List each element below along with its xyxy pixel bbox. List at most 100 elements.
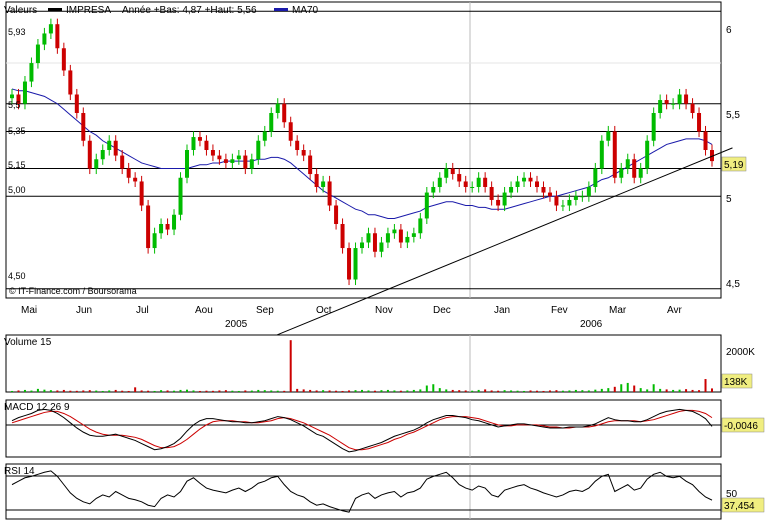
candle-body bbox=[230, 159, 235, 163]
volume-bar bbox=[523, 390, 526, 392]
price-left-tick: 5,00 bbox=[8, 185, 26, 195]
candle-body bbox=[379, 242, 384, 252]
price-left-tick: 5,15 bbox=[8, 160, 26, 170]
volume-bar bbox=[698, 390, 701, 392]
volume-bar bbox=[432, 384, 435, 392]
candle-body bbox=[437, 177, 442, 187]
volume-bar bbox=[348, 390, 351, 392]
candle-body bbox=[120, 155, 125, 169]
candle-body bbox=[347, 248, 352, 280]
candle-body bbox=[172, 214, 177, 230]
macd-title: MACD 12 26 9 bbox=[4, 402, 70, 413]
price-right-tick: 4,5 bbox=[726, 279, 740, 290]
volume-bar bbox=[678, 389, 681, 392]
volume-bar bbox=[438, 388, 441, 392]
volume-bar bbox=[75, 390, 78, 392]
candle-body bbox=[599, 140, 604, 169]
volume-bar bbox=[361, 389, 363, 392]
volume-bar bbox=[192, 390, 195, 392]
macd-panel: MACD 12 26 9 -0,0046 bbox=[4, 399, 765, 458]
price-panel: Valeurs IMPRESA Année +Bas: 4,87 +Haut: … bbox=[4, 1, 747, 349]
candle-body bbox=[100, 150, 105, 160]
volume-bar bbox=[276, 390, 279, 392]
volume-bar bbox=[121, 390, 124, 392]
volume-bar bbox=[685, 389, 688, 392]
volume-panel: Volume 15 2000K 138K bbox=[4, 334, 755, 393]
volume-bar bbox=[529, 390, 532, 392]
volume-bar bbox=[386, 389, 389, 392]
volume-bar bbox=[49, 390, 52, 392]
volume-bar bbox=[166, 390, 169, 392]
candle-body bbox=[528, 177, 533, 182]
candle-body bbox=[476, 177, 481, 187]
candle-body bbox=[68, 70, 73, 95]
candle-body bbox=[314, 174, 319, 187]
candle-body bbox=[483, 177, 488, 187]
candle-body bbox=[398, 229, 403, 243]
volume-bar bbox=[451, 389, 454, 392]
volume-bar bbox=[497, 390, 500, 392]
legend-range: Année +Bas: 4,87 +Haut: 5,56 bbox=[122, 5, 257, 16]
volume-bar bbox=[620, 384, 623, 392]
candle-body bbox=[372, 233, 377, 252]
volume-bar bbox=[69, 390, 72, 392]
candle-body bbox=[334, 205, 339, 224]
volume-bar bbox=[406, 390, 409, 392]
candle-body bbox=[185, 150, 189, 178]
volume-bar bbox=[633, 385, 636, 392]
volume-bar bbox=[503, 390, 506, 392]
volume-bar bbox=[250, 390, 253, 392]
volume-bar bbox=[613, 386, 616, 392]
candle-body bbox=[593, 168, 598, 187]
volume-bar bbox=[548, 390, 551, 392]
candle-body bbox=[340, 224, 345, 249]
volume-bar bbox=[335, 390, 338, 392]
candle-body bbox=[42, 33, 47, 45]
volume-bar bbox=[114, 389, 117, 392]
candle-body bbox=[554, 196, 559, 206]
volume-bar bbox=[237, 390, 240, 392]
volume-tick: 2000K bbox=[726, 347, 755, 358]
volume-last-label: 138K bbox=[724, 377, 748, 388]
candle-body bbox=[113, 140, 118, 156]
candle-body bbox=[366, 233, 371, 243]
candle-body bbox=[107, 140, 112, 150]
volume-bar bbox=[464, 390, 467, 392]
month-label: Dec bbox=[433, 305, 451, 316]
candle-body bbox=[146, 205, 151, 249]
volume-bar bbox=[594, 389, 597, 392]
candle-body bbox=[295, 140, 300, 150]
candle-body bbox=[651, 113, 656, 141]
candle-body bbox=[541, 187, 546, 193]
month-label: Jan bbox=[494, 305, 510, 316]
candle-body bbox=[385, 233, 390, 243]
candle-body bbox=[282, 103, 287, 123]
candle-body bbox=[567, 199, 572, 206]
volume-bar bbox=[218, 390, 221, 392]
source-label: © IT-Finance.com / Boursorama bbox=[9, 286, 137, 296]
candle-body bbox=[496, 199, 501, 206]
candle-body bbox=[658, 100, 663, 113]
volume-bar bbox=[477, 389, 480, 392]
candle-body bbox=[509, 187, 514, 193]
volume-bar bbox=[315, 390, 318, 392]
candle-body bbox=[249, 159, 254, 169]
candle-body bbox=[619, 168, 624, 178]
volume-bar bbox=[373, 390, 376, 392]
volume-bar bbox=[211, 390, 214, 392]
volume-bar bbox=[672, 389, 675, 392]
month-label: Nov bbox=[375, 305, 393, 316]
candle-body bbox=[457, 174, 462, 182]
volume-bar bbox=[257, 389, 260, 392]
candle-body bbox=[178, 177, 183, 215]
candle-body bbox=[139, 181, 144, 206]
volume-bar bbox=[11, 390, 13, 392]
volume-bar bbox=[231, 390, 234, 392]
volume-bar bbox=[173, 390, 176, 392]
candle-body bbox=[288, 122, 293, 141]
candle-body bbox=[360, 242, 364, 249]
volume-bar bbox=[30, 390, 33, 392]
volume-bar bbox=[263, 390, 266, 392]
volume-bar bbox=[561, 390, 564, 392]
candle-body bbox=[424, 192, 429, 219]
